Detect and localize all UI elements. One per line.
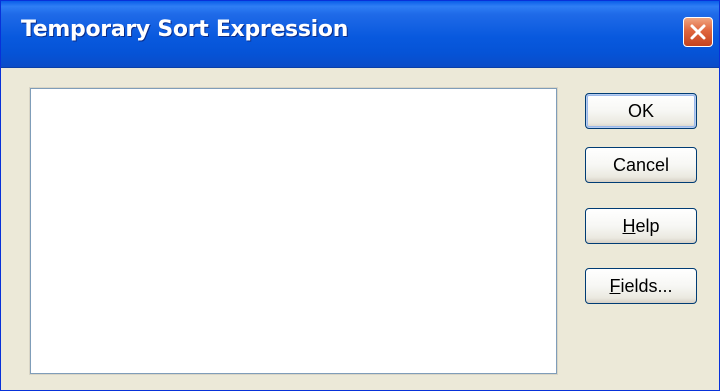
help-button-mnemonic: H xyxy=(622,215,636,236)
help-button-label: elp xyxy=(635,215,660,236)
sort-expression-input[interactable] xyxy=(29,87,558,375)
fields-button[interactable]: Fields... xyxy=(585,268,697,304)
ok-button[interactable]: OK xyxy=(585,93,697,129)
cancel-button[interactable]: Cancel xyxy=(585,147,697,183)
ok-button-label: OK xyxy=(627,100,654,121)
dialog-body: OK Cancel Help Fields... xyxy=(1,68,719,390)
title-bar[interactable]: Temporary Sort Expression xyxy=(1,1,719,68)
sort-expression-dialog: Temporary Sort Expression OK Cancel Help… xyxy=(0,0,720,391)
close-button[interactable] xyxy=(683,17,713,47)
cancel-button-label: Cancel xyxy=(612,154,670,175)
fields-button-mnemonic: F xyxy=(609,275,621,296)
fields-button-label: ields... xyxy=(620,275,673,296)
help-button[interactable]: Help xyxy=(585,208,697,244)
window-title: Temporary Sort Expression xyxy=(21,17,349,42)
close-icon xyxy=(690,24,706,40)
